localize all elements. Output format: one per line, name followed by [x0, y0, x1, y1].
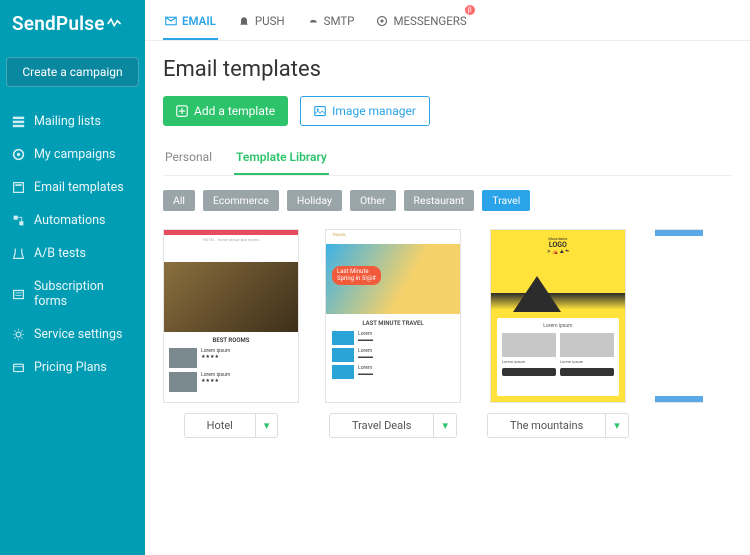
- template-thumbnail[interactable]: MountainsLOGO☀ ⛺ ⛰ ☁ Lorem ipsumLorem ip…: [490, 229, 626, 403]
- template-gallery: HOTEL home about spa rooms BEST ROOMSLor…: [163, 229, 732, 438]
- action-bar: Add a template Image manager: [163, 96, 732, 126]
- sidebar-item-mailing-lists[interactable]: Mailing lists: [0, 105, 145, 138]
- sidebar: SendPulse Create a campaign Mailing list…: [0, 0, 145, 555]
- topnav-email[interactable]: EMAIL: [163, 8, 218, 40]
- topnav-messengers[interactable]: MESSENGERSβ: [374, 8, 468, 40]
- sidebar-item-label: Service settings: [34, 327, 122, 342]
- top-nav: EMAIL PUSH SMTP MESSENGERSβ: [145, 0, 750, 41]
- template-name: Hotel: [185, 414, 255, 437]
- sidebar-item-label: My campaigns: [34, 147, 115, 162]
- template-card-hotel: HOTEL home about spa rooms BEST ROOMSLor…: [163, 229, 299, 438]
- subtab-template-library[interactable]: Template Library: [234, 144, 329, 175]
- brand-logo: SendPulse: [0, 12, 145, 49]
- template-card-travel-deals: TRAVEL Last MinuteSpring in 5!@# LAST MI…: [325, 229, 461, 438]
- template-dropdown: Hotel ▾: [184, 413, 279, 438]
- sidebar-item-label: Mailing lists: [34, 114, 101, 129]
- template-card-mountains: MountainsLOGO☀ ⛺ ⛰ ☁ Lorem ipsumLorem ip…: [487, 229, 629, 438]
- template-thumbnail[interactable]: HOTEL home about spa rooms BEST ROOMSLor…: [163, 229, 299, 403]
- caret-down-icon[interactable]: ▾: [255, 414, 278, 437]
- subtab-personal[interactable]: Personal: [163, 144, 214, 175]
- sidebar-item-email-templates[interactable]: Email templates: [0, 171, 145, 204]
- filter-other[interactable]: Other: [350, 190, 396, 211]
- template-thumbnail[interactable]: TRAVEL Last MinuteSpring in 5!@# LAST MI…: [325, 229, 461, 403]
- add-template-button[interactable]: Add a template: [163, 96, 288, 126]
- caret-down-icon[interactable]: ▾: [433, 414, 456, 437]
- sidebar-item-service-settings[interactable]: Service settings: [0, 318, 145, 351]
- template-thumbnail[interactable]: Compa▬▬▬▬▬▬▬▬▬▬▬: [655, 229, 703, 403]
- template-card-partial: Compa▬▬▬▬▬▬▬▬▬▬▬: [655, 229, 703, 438]
- filter-holiday[interactable]: Holiday: [287, 190, 342, 211]
- sidebar-item-label: Pricing Plans: [34, 360, 107, 375]
- sidebar-item-automations[interactable]: Automations: [0, 204, 145, 237]
- sidebar-item-pricing-plans[interactable]: Pricing Plans: [0, 351, 145, 384]
- template-name: Travel Deals: [330, 414, 433, 437]
- topnav-push[interactable]: PUSH: [236, 8, 287, 40]
- sidebar-item-label: Automations: [34, 213, 105, 228]
- filter-ecommerce[interactable]: Ecommerce: [203, 190, 279, 211]
- template-dropdown: Travel Deals ▾: [329, 413, 457, 438]
- template-dropdown: The mountains ▾: [487, 413, 629, 438]
- filter-all[interactable]: All: [163, 190, 195, 211]
- beta-badge: β: [465, 5, 475, 15]
- sidebar-item-my-campaigns[interactable]: My campaigns: [0, 138, 145, 171]
- sidebar-nav: Mailing lists My campaigns Email templat…: [0, 105, 145, 384]
- template-name: The mountains: [488, 414, 605, 437]
- filter-travel[interactable]: Travel: [482, 190, 530, 211]
- sidebar-item-label: Email templates: [34, 180, 124, 195]
- page-title: Email templates: [163, 57, 732, 82]
- sidebar-item-ab-tests[interactable]: A/B tests: [0, 237, 145, 270]
- topnav-smtp[interactable]: SMTP: [305, 8, 357, 40]
- sidebar-item-label: Subscription forms: [34, 279, 133, 309]
- filter-chips: All Ecommerce Holiday Other Restaurant T…: [163, 190, 732, 211]
- sidebar-item-subscription-forms[interactable]: Subscription forms: [0, 270, 145, 318]
- subtabs: Personal Template Library: [163, 144, 732, 176]
- sidebar-item-label: A/B tests: [34, 246, 86, 261]
- create-campaign-button[interactable]: Create a campaign: [6, 57, 139, 87]
- filter-restaurant[interactable]: Restaurant: [404, 190, 475, 211]
- image-manager-button[interactable]: Image manager: [300, 96, 430, 126]
- main: EMAIL PUSH SMTP MESSENGERSβ Email templa…: [145, 0, 750, 555]
- caret-down-icon[interactable]: ▾: [605, 414, 628, 437]
